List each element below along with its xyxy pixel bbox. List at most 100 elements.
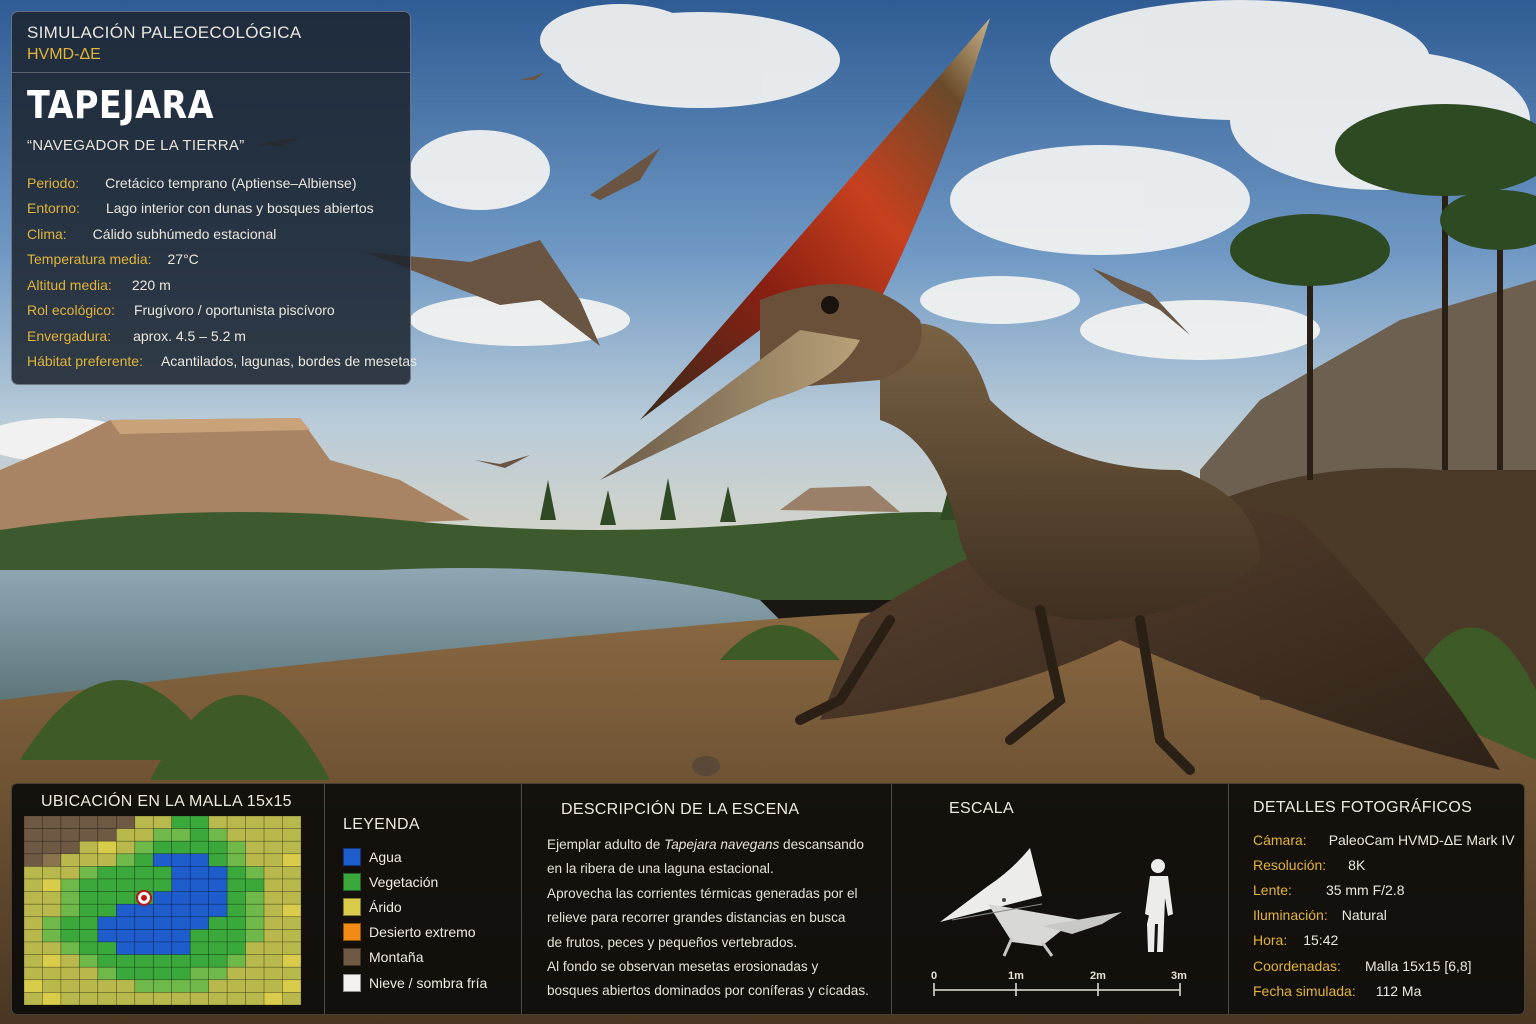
fact-row: Clima: Cálido subhúmedo estacional	[27, 221, 395, 247]
fact-value: 220 m	[131, 276, 171, 293]
grid-cell	[171, 966, 191, 981]
grid-cell	[171, 866, 191, 880]
grid-cell	[116, 891, 136, 905]
grid-cell	[263, 903, 283, 918]
grid-cell	[60, 941, 80, 955]
grid-cell	[226, 929, 246, 943]
grid-cell	[208, 954, 228, 968]
grid-cell	[134, 941, 154, 955]
grid-cell	[134, 878, 154, 892]
grid-cell	[60, 954, 80, 968]
legend-item: Nieve / sombra fría	[343, 970, 521, 995]
grid-cell	[42, 941, 62, 955]
grid-cell	[208, 816, 228, 829]
fact-list: Periodo: Cretácico temprano (Aptiense–Alb…	[27, 170, 417, 375]
grid-cell	[245, 929, 265, 943]
grid-cell	[189, 992, 209, 1005]
grid-cell	[97, 853, 117, 867]
grid-cell	[79, 992, 99, 1005]
grid-cell	[134, 916, 154, 930]
grid-cell	[152, 979, 173, 993]
grid-cell	[152, 903, 173, 918]
grid-cell	[116, 916, 136, 930]
fact-row: Hábitat preferente: Acantilados, lagunas,…	[27, 349, 417, 375]
grid-cell	[226, 866, 246, 880]
grid-cell	[79, 816, 99, 829]
grid-cell	[208, 903, 228, 918]
grid-cell	[282, 929, 301, 943]
grid-cell	[282, 891, 301, 905]
grid-cell	[79, 853, 99, 867]
photo-row: Coordenadas: Malla 15x15 [6,8]	[1253, 953, 1523, 978]
grid-cell	[24, 966, 43, 981]
grid-cell	[282, 878, 301, 892]
photo-key: Coordenadas:	[1253, 957, 1341, 974]
grid-cell	[97, 929, 117, 943]
grid-cell	[60, 903, 80, 918]
grid-cell	[226, 903, 246, 918]
description-line: de frutos, peces y pequeños vertebrados.	[547, 934, 798, 950]
description-line: bosques abiertos dominados por coníferas…	[547, 983, 869, 999]
grid-cell	[282, 979, 301, 993]
grid-cell	[263, 891, 283, 905]
description-line: Al fondo se observan mesetas erosionadas…	[547, 959, 819, 975]
legend-item: Montaña	[343, 945, 521, 970]
location-marker-icon	[136, 889, 153, 906]
grid-cell	[226, 954, 246, 968]
scale-tick-label: 3m	[1171, 970, 1187, 982]
grid-cell	[245, 954, 265, 968]
grid-cell	[79, 929, 99, 943]
grid-cell	[245, 979, 265, 993]
pterosaur-silhouette	[940, 848, 1122, 957]
grid-cell	[24, 866, 43, 880]
grid-cell	[116, 840, 136, 855]
grid-cell	[79, 840, 99, 855]
grid-cell	[42, 840, 62, 855]
grid-cell	[116, 929, 136, 943]
grid-cell	[97, 979, 117, 993]
grid-cell	[24, 853, 43, 867]
grid-cell	[282, 840, 301, 855]
grid-cell	[282, 941, 301, 955]
grid-cell	[171, 929, 191, 943]
grid-cell	[42, 828, 62, 842]
fact-key: Altitud media:	[27, 276, 112, 293]
grid-cell	[263, 929, 283, 943]
species-nickname: “NAVEGADOR DE LA TIERRA”	[27, 137, 245, 154]
grid-cell	[79, 891, 99, 905]
grid-cell	[152, 878, 173, 892]
grid-cell	[79, 954, 99, 968]
grid-cell	[116, 954, 136, 968]
grid-section: UBICACIÓN EN LA MALLA 15x15	[12, 784, 324, 1014]
legend-label: Agua	[369, 848, 402, 865]
grid-cell	[42, 979, 62, 993]
grid-cell	[263, 828, 283, 842]
grid-cell	[79, 866, 99, 880]
grid-cell	[152, 916, 173, 930]
grid-cell	[79, 828, 99, 842]
grid-cell	[97, 966, 117, 981]
grid-cell	[282, 866, 301, 880]
grid-cell	[245, 903, 265, 918]
grid-cell	[134, 903, 154, 918]
photo-details-title: DETALLES FOTOGRÁFICOS	[1253, 799, 1473, 816]
grid-cell	[208, 853, 228, 867]
grid-cell	[42, 878, 62, 892]
grid-cell	[42, 816, 62, 829]
grid-cell	[79, 966, 99, 981]
grid-cell	[42, 853, 62, 867]
grid-cell	[208, 916, 228, 930]
grid-cell	[60, 816, 80, 829]
grid-cell	[171, 903, 191, 918]
grid-cell	[60, 853, 80, 867]
grid-cell	[171, 878, 191, 892]
grid-cell	[152, 866, 173, 880]
grid-cell	[116, 828, 136, 842]
grid-cell	[116, 853, 136, 867]
grid-cell	[97, 866, 117, 880]
grid-cell	[245, 866, 265, 880]
grid-cell	[79, 878, 99, 892]
grid-cell	[24, 941, 43, 955]
grid-title: UBICACIÓN EN LA MALLA 15x15	[41, 793, 292, 810]
grid-cell	[152, 891, 173, 905]
